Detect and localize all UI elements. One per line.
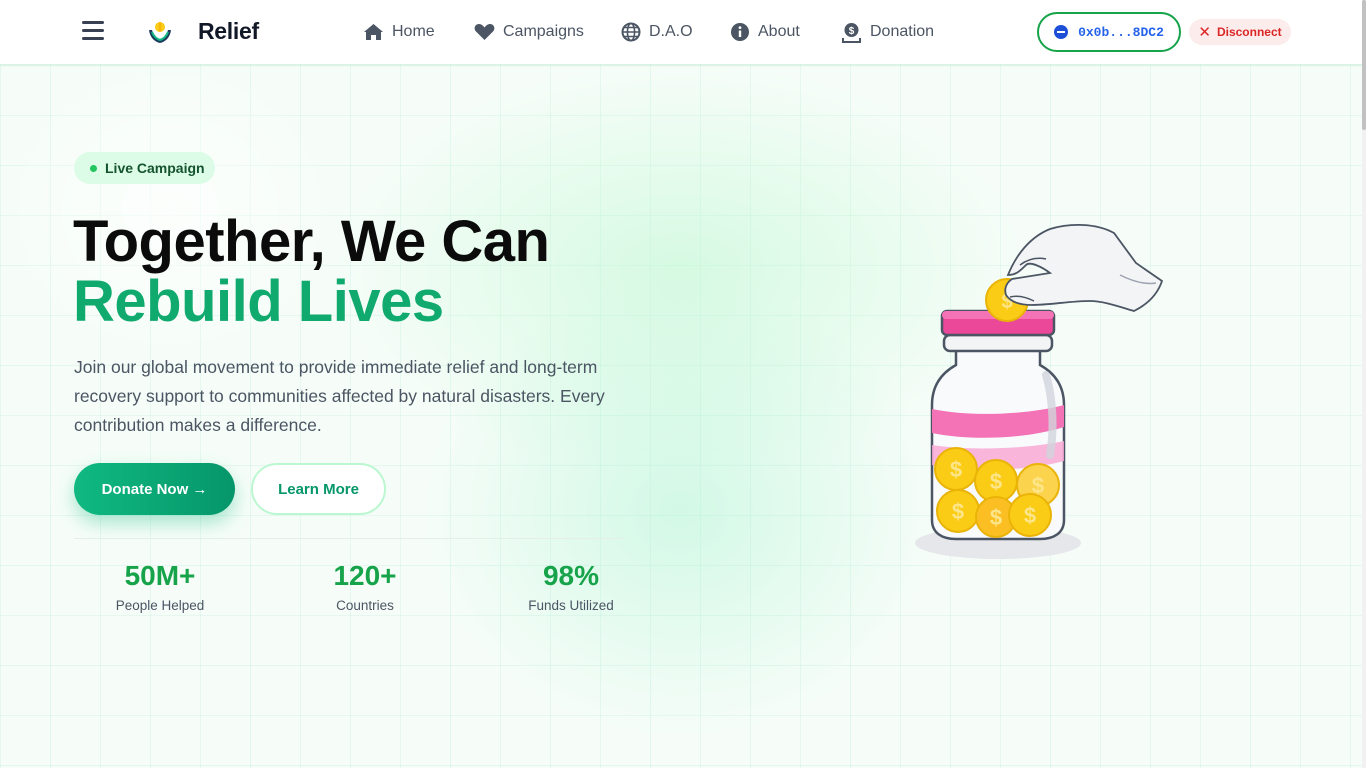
svg-text:$: $ [990,469,1002,494]
wallet-address-button[interactable]: 0x0b...8DC2 [1037,12,1181,52]
nav-home[interactable]: Home [363,20,435,44]
brand-name[interactable]: Relief [198,18,259,45]
donate-now-button[interactable]: Donate Now → [74,463,235,515]
svg-text:$: $ [990,505,1002,530]
heart-icon [474,23,495,40]
stat-value: 120+ [333,560,397,591]
donation-jar-illustration: $ $ $ $ $ $ $ [915,224,1164,559]
stat-value: 50M+ [124,560,196,591]
wallet-icon [1054,25,1069,39]
stat-label: Countries [336,598,394,613]
nav-dao-label: D.A.O [649,23,693,40]
stat-people-helped: 50M+ People Helped [80,558,240,613]
wallet-address: 0x0b...8DC2 [1078,24,1164,40]
svg-text:$: $ [1032,473,1044,498]
nav-about[interactable]: About [730,20,800,44]
hero-title-highlight: Rebuild Lives [73,269,444,334]
stat-label: People Helped [115,598,205,613]
donation-icon: $ [842,22,861,43]
svg-text:$: $ [952,499,964,524]
stat-funds-utilized: 98% Funds Utilized [491,558,651,613]
hamburger-menu-icon[interactable] [82,21,106,43]
disconnect-button[interactable]: ✕ Disconnect [1189,19,1291,45]
stat-countries: 120+ Countries [285,558,445,613]
hero-title: Together, We Can [73,209,550,274]
top-navbar: Relief Home Campaigns D.A.O About $ Dona… [0,0,1362,65]
globe-icon [621,22,641,42]
nav-donation-label: Donation [870,23,935,40]
badge-label: Live Campaign [105,160,205,176]
background-glow [420,280,940,740]
scrollbar-thumb[interactable] [1362,0,1366,130]
nav-campaigns[interactable]: Campaigns [474,20,584,44]
svg-text:$: $ [950,457,962,482]
nav-dao[interactable]: D.A.O [621,20,693,44]
live-dot-icon [90,164,97,172]
stat-value: 98% [542,560,600,591]
page-scrollbar[interactable] [1362,0,1366,768]
stats-divider [74,538,624,539]
stat-label: Funds Utilized [528,598,614,613]
nav-donation[interactable]: $ Donation [841,20,934,44]
svg-text:$: $ [849,26,855,37]
nav-campaigns-label: Campaigns [503,23,584,40]
home-icon [364,24,383,40]
disconnect-label: Disconnect [1216,25,1282,39]
live-campaign-badge: Live Campaign [74,152,215,184]
info-icon [731,23,749,41]
learn-more-button[interactable]: Learn More [251,463,386,515]
nav-home-label: Home [392,23,435,40]
logo-icon [149,22,171,43]
close-icon: ✕ [1198,24,1211,41]
svg-text:$: $ [1024,503,1036,528]
nav-about-label: About [758,23,800,40]
hero-subtitle: Join our global movement to provide imme… [74,357,605,435]
